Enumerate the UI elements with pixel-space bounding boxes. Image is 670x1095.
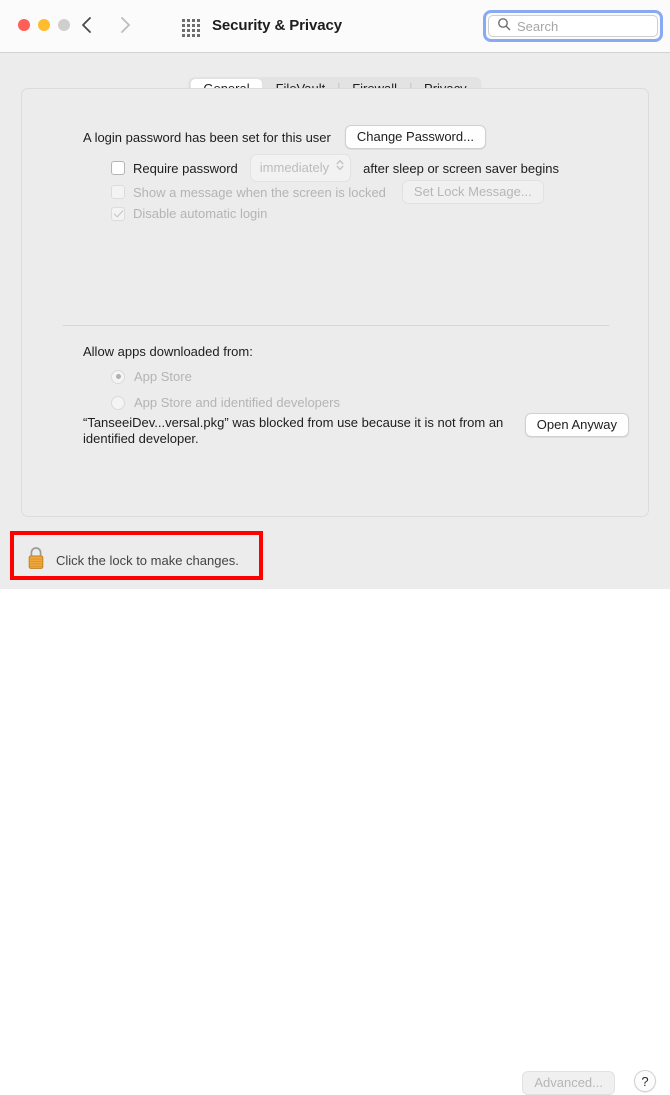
section-divider (63, 325, 609, 326)
chevron-updown-icon (335, 157, 345, 178)
blocked-app-message: “TanseeiDev...versal.pkg” was blocked fr… (83, 415, 504, 446)
require-password-suffix: after sleep or screen saver begins (363, 160, 559, 176)
radio-app-store[interactable]: App Store (111, 369, 192, 384)
show-lock-message-label: Show a message when the screen is locked (133, 184, 386, 200)
require-password-row: Require password immediately after sleep… (111, 154, 559, 182)
lock-area[interactable]: Click the lock to make changes. (25, 545, 239, 576)
lock-hint-text: Click the lock to make changes. (56, 553, 239, 568)
search-field-focus-ring: Search (483, 10, 663, 42)
advanced-button[interactable]: Advanced... (522, 1071, 615, 1095)
security-privacy-window: Security & Privacy Search General FileVa… (0, 0, 670, 1095)
close-button[interactable] (18, 19, 30, 31)
bottom-bar: Click the lock to make changes. Advanced… (0, 527, 670, 1095)
radio-app-store-label: App Store (134, 369, 192, 384)
navigation-arrows (78, 14, 134, 36)
minimize-button[interactable] (38, 19, 50, 31)
blocked-app-row: “TanseeiDev...versal.pkg” was blocked fr… (83, 413, 629, 447)
radio-identified-developers-label: App Store and identified developers (134, 395, 340, 410)
show-lock-message-row: Show a message when the screen is locked… (111, 180, 544, 204)
radio-app-store-and-identified-developers[interactable]: App Store and identified developers (111, 395, 340, 410)
allow-apps-label: Allow apps downloaded from: (83, 344, 253, 359)
search-placeholder: Search (517, 18, 559, 34)
forward-arrow-icon[interactable] (116, 14, 134, 36)
login-password-row: A login password has been set for this u… (83, 125, 486, 149)
general-settings-panel: A login password has been set for this u… (21, 88, 649, 517)
radio-identified-developers-indicator (111, 395, 125, 410)
require-password-delay-select[interactable]: immediately (249, 154, 352, 182)
disable-auto-login-row: Disable automatic login (111, 206, 267, 221)
page-title: Security & Privacy (212, 17, 342, 34)
maximize-button[interactable] (58, 19, 70, 31)
disable-auto-login-label: Disable automatic login (133, 206, 268, 221)
radio-app-store-indicator (111, 369, 125, 384)
search-input[interactable]: Search (488, 15, 658, 37)
login-status-text: A login password has been set for this u… (83, 129, 331, 145)
show-all-preferences-icon[interactable] (182, 19, 202, 37)
show-lock-message-checkbox[interactable] (111, 185, 125, 199)
window-controls (18, 19, 70, 31)
require-password-checkbox[interactable] (111, 161, 125, 175)
set-lock-message-button[interactable]: Set Lock Message... (401, 180, 544, 204)
require-password-label: Require password (133, 160, 238, 176)
open-anyway-button[interactable]: Open Anyway (524, 413, 629, 437)
titlebar: Security & Privacy Search (0, 0, 670, 53)
closed-lock-icon[interactable] (25, 545, 47, 576)
disable-auto-login-checkbox[interactable] (111, 206, 125, 221)
back-arrow-icon[interactable] (78, 14, 96, 36)
help-button[interactable]: ? (634, 1070, 656, 1092)
search-icon (497, 17, 511, 36)
change-password-button[interactable]: Change Password... (344, 125, 486, 149)
require-password-delay-value: immediately (259, 160, 330, 175)
